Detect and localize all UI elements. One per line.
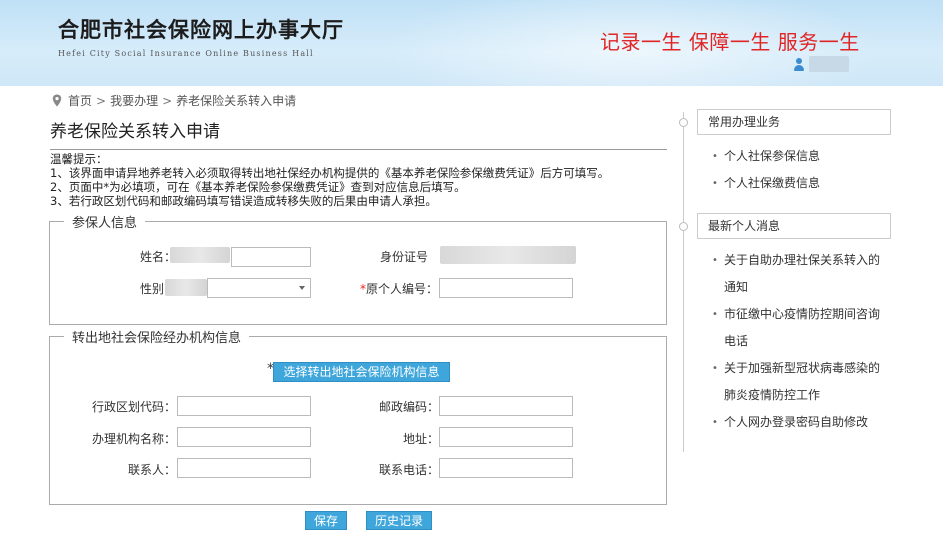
sidebar-common-list: 个人社保参保信息 个人社保缴费信息 [712, 143, 892, 197]
address-field[interactable] [439, 427, 573, 447]
address-label: 地址： [403, 432, 440, 446]
transfer-org-section: 转出地社会保险经办机构信息 [49, 327, 667, 505]
chevron-down-icon [299, 286, 305, 290]
sidebar-item-insurance-info[interactable]: 个人社保参保信息 [712, 143, 892, 170]
sidebar-news-title: 最新个人消息 [697, 213, 891, 239]
site-title: 合肥市社会保险网上办事大厅 [58, 17, 344, 42]
name-value-redacted [170, 247, 230, 263]
original-number-label: *原个人编号： [360, 282, 439, 296]
postcode-field[interactable] [439, 396, 573, 416]
postcode-label: 邮政编码： [379, 400, 440, 414]
timeline-dot-icon [679, 222, 688, 231]
save-button[interactable]: 保存 [305, 511, 347, 530]
sidebar-news-item[interactable]: 关于加强新型冠状病毒感染的肺炎疫情防控工作 [712, 355, 882, 409]
notice-line: 3、若行政区划代码和邮政编码填写错误造成转移失败的后果由申请人承担。 [50, 194, 437, 208]
notice-heading: 温馨提示： [50, 152, 108, 166]
user-icon [793, 56, 805, 72]
insured-info-legend: 参保人信息 [72, 216, 138, 231]
notice-line: 2、页面中*为必填项，可在《基本养老保险参保缴费凭证》查到对应信息后填写。 [50, 180, 466, 194]
original-number-field[interactable] [439, 278, 573, 298]
org-name-field[interactable] [177, 427, 311, 447]
gender-label: 性别 [140, 282, 165, 296]
contact-label: 联系人： [128, 463, 177, 477]
page-title: 养老保险关系转入申请 [50, 122, 220, 142]
breadcrumb-current[interactable]: 养老保险关系转入申请 [176, 92, 296, 109]
region-code-label: 行政区划代码： [92, 400, 177, 414]
notice-line: 1、该界面申请异地养老转入必须取得转出地社保经办机构提供的《基本养老保险参保缴费… [50, 166, 610, 180]
breadcrumb: 首页 > 我要办理 > 养老保险关系转入申请 [52, 92, 296, 109]
sidebar-timeline [683, 112, 684, 452]
sidebar-news-list: 关于自助办理社保关系转入的通知 市征缴中心疫情防控期间咨询电话 关于加强新型冠状… [712, 247, 882, 436]
phone-label: 联系电话： [379, 463, 440, 477]
title-divider [50, 149, 667, 150]
org-name-label: 办理机构名称： [92, 432, 177, 446]
gender-value-redacted [165, 279, 207, 296]
history-button[interactable]: 历史记录 [366, 511, 432, 530]
site-subtitle: Hefei City Social Insurance Online Busin… [58, 49, 314, 58]
breadcrumb-level2[interactable]: 我要办理 [110, 92, 158, 109]
slogan: 记录一生 保障一生 服务一生 [600, 30, 860, 54]
id-number-redacted[interactable] [440, 246, 576, 264]
sidebar-common-title: 常用办理业务 [697, 109, 891, 135]
site-header: 合肥市社会保险网上办事大厅 Hefei City Social Insuranc… [0, 0, 943, 86]
breadcrumb-separator: > [96, 93, 107, 108]
breadcrumb-home[interactable]: 首页 [68, 92, 92, 109]
location-pin-icon [52, 94, 62, 107]
phone-field[interactable] [439, 458, 573, 478]
user-name-redacted [809, 56, 849, 72]
gender-select[interactable] [207, 278, 311, 298]
sidebar-news-item[interactable]: 关于自助办理社保关系转入的通知 [712, 247, 882, 301]
user-menu[interactable] [793, 56, 849, 72]
contact-field[interactable] [177, 458, 311, 478]
id-number-label: 身份证号 [380, 250, 429, 264]
insured-info-section: 参保人信息 [49, 212, 667, 325]
select-transfer-org-button[interactable]: 选择转出地社会保险机构信息 [273, 362, 450, 382]
sidebar-item-payment-info[interactable]: 个人社保缴费信息 [712, 170, 892, 197]
transfer-org-legend: 转出地社会保险经办机构信息 [72, 331, 242, 346]
notice: 温馨提示： 1、该界面申请异地养老转入必须取得转出地社保经办机构提供的《基本养老… [50, 152, 670, 208]
sidebar-news-item[interactable]: 市征缴中心疫情防控期间咨询电话 [712, 301, 882, 355]
sidebar-news-item[interactable]: 个人网办登录密码自助修改 [712, 409, 882, 436]
name-field[interactable] [231, 247, 311, 267]
timeline-dot-icon [679, 118, 688, 127]
breadcrumb-separator: > [162, 93, 173, 108]
region-code-field[interactable] [177, 396, 311, 416]
